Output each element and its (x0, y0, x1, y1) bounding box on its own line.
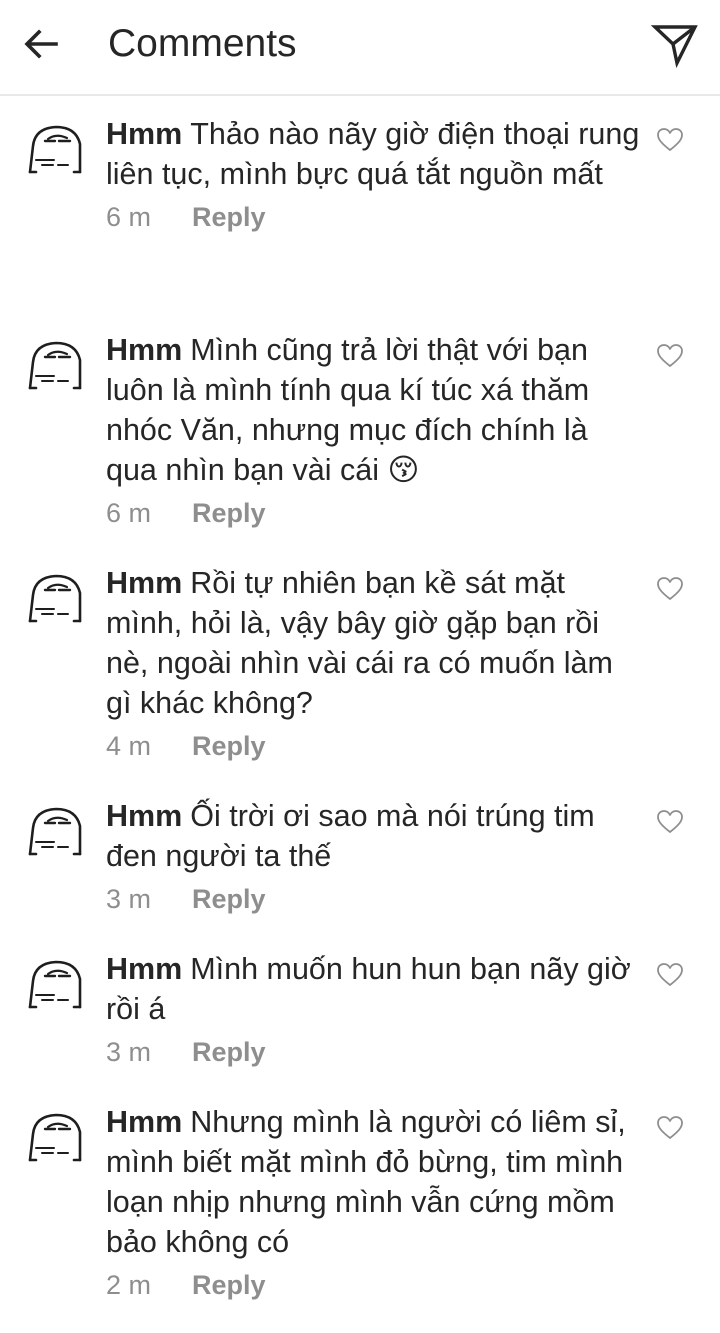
comment-body: Hmm Ối trời ơi sao mà nói trúng tim đen n… (106, 796, 646, 918)
reply-button[interactable]: Reply (192, 202, 266, 232)
avatar[interactable] (22, 118, 84, 178)
arrow-left-icon (24, 29, 58, 59)
comment-item: Hmm Ối trời ơi sao mà nói trúng tim đen n… (0, 780, 720, 933)
avatar[interactable] (22, 1106, 84, 1166)
comment-item: Hmm Mình muốn hun hun bạn nãy giờ rồi á 3… (0, 933, 720, 1086)
comment-meta: 3 m Reply (106, 880, 646, 918)
comment-author[interactable]: Hmm (106, 117, 182, 151)
comment-message: Nhưng mình là người có liêm sỉ, mình biế… (106, 1105, 626, 1259)
avatar[interactable] (22, 567, 84, 627)
heart-icon (657, 577, 683, 600)
meme-face-icon (28, 574, 82, 623)
page-title: Comments (108, 22, 297, 65)
comment-text: Hmm Rồi tự nhiên bạn kề sát mặt mình, hỏi… (106, 563, 646, 723)
comments-list[interactable]: Hmm Thảo nào nãy giờ điện thoại rung liên… (0, 98, 720, 1333)
reply-button[interactable]: Reply (192, 1270, 266, 1300)
meme-face-icon (28, 960, 82, 1009)
paper-plane-icon (650, 25, 698, 69)
comment-item: Hmm Rồi tự nhiên bạn kề sát mặt mình, hỏi… (0, 547, 720, 780)
heart-icon (657, 963, 683, 986)
comment-meta: 6 m Reply (106, 198, 646, 236)
comment-message: Rồi tự nhiên bạn kề sát mặt mình, hỏi là… (106, 566, 613, 720)
comment-author[interactable]: Hmm (106, 333, 182, 367)
like-button[interactable] (655, 1114, 685, 1142)
comment-author[interactable]: Hmm (106, 1105, 182, 1139)
like-button[interactable] (655, 342, 685, 370)
comment-item: Hmm Mình cũng trả lời thật với bạn luôn l… (0, 314, 720, 547)
comment-body: Hmm Mình muốn hun hun bạn nãy giờ rồi á 3… (106, 949, 646, 1071)
comment-text: Hmm Thảo nào nãy giờ điện thoại rung liên… (106, 114, 646, 194)
comment-meta: 4 m Reply (106, 727, 646, 765)
share-button[interactable] (650, 18, 700, 70)
reply-button[interactable]: Reply (192, 1037, 266, 1067)
avatar[interactable] (22, 334, 84, 394)
comment-timestamp: 6 m (106, 498, 152, 528)
like-button[interactable] (655, 575, 685, 603)
comment-body: Hmm Rồi tự nhiên bạn kề sát mặt mình, hỏi… (106, 563, 646, 765)
comment-meta: 2 m Reply (106, 1266, 646, 1304)
like-button[interactable] (655, 808, 685, 836)
back-button[interactable] (22, 22, 62, 66)
comment-timestamp: 2 m (106, 1270, 152, 1300)
comment-item: Hmm Thảo nào nãy giờ điện thoại rung liên… (0, 98, 720, 314)
comment-timestamp: 3 m (106, 1037, 152, 1067)
heart-icon (657, 1116, 683, 1139)
comment-meta: 6 m Reply (106, 494, 646, 532)
heart-icon (657, 128, 683, 151)
comment-timestamp: 3 m (106, 884, 152, 914)
comment-timestamp: 4 m (106, 731, 152, 761)
comment-body: Hmm Thảo nào nãy giờ điện thoại rung liên… (106, 114, 646, 236)
comment-item: Hmm Nhưng mình là người có liêm sỉ, mình … (0, 1086, 720, 1333)
avatar[interactable] (22, 800, 84, 860)
avatar[interactable] (22, 953, 84, 1013)
meme-face-icon (28, 807, 82, 856)
meme-face-icon (28, 341, 82, 390)
meme-face-icon (28, 1113, 82, 1162)
comment-author[interactable]: Hmm (106, 799, 182, 833)
like-button[interactable] (655, 961, 685, 989)
like-button[interactable] (655, 126, 685, 154)
comment-body: Hmm Nhưng mình là người có liêm sỉ, mình … (106, 1102, 646, 1304)
comment-timestamp: 6 m (106, 202, 152, 232)
reply-button[interactable]: Reply (192, 498, 266, 528)
comment-message: Thảo nào nãy giờ điện thoại rung liên tụ… (106, 117, 640, 191)
comment-text: Hmm Mình cũng trả lời thật với bạn luôn l… (106, 330, 646, 490)
comment-meta: 3 m Reply (106, 1033, 646, 1071)
top-bar: Comments (0, 0, 720, 96)
comment-message: Mình muốn hun hun bạn nãy giờ rồi á (106, 952, 631, 1026)
reply-button[interactable]: Reply (192, 884, 266, 914)
comment-text: Hmm Ối trời ơi sao mà nói trúng tim đen n… (106, 796, 646, 876)
comment-body: Hmm Mình cũng trả lời thật với bạn luôn l… (106, 330, 646, 532)
comment-author[interactable]: Hmm (106, 952, 182, 986)
comment-text: Hmm Nhưng mình là người có liêm sỉ, mình … (106, 1102, 646, 1262)
heart-icon (657, 344, 683, 367)
reply-button[interactable]: Reply (192, 731, 266, 761)
meme-face-icon (28, 125, 82, 174)
comment-author[interactable]: Hmm (106, 566, 182, 600)
heart-icon (657, 810, 683, 833)
comment-text: Hmm Mình muốn hun hun bạn nãy giờ rồi á (106, 949, 646, 1029)
